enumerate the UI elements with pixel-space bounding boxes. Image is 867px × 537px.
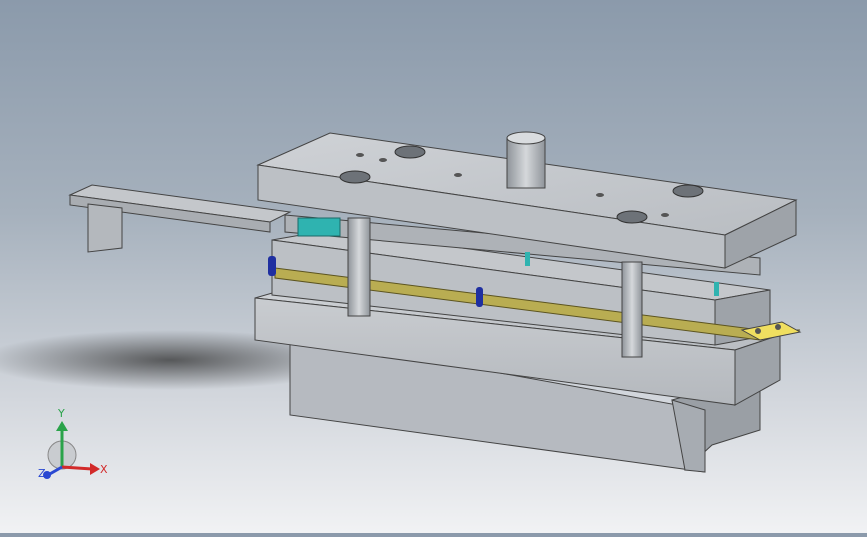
counterbore-hole-4 — [616, 210, 648, 224]
small-hole-4 — [596, 193, 604, 197]
counterbore-hole-1 — [394, 145, 426, 159]
triad-x-label: X — [100, 463, 108, 476]
guide-pillar-right — [621, 261, 643, 358]
triad-y-label: Y — [57, 407, 65, 420]
y-axis-arrow — [56, 421, 68, 431]
feeder-arm-leg — [87, 203, 123, 253]
small-hole-3 — [454, 173, 462, 177]
punch-shank — [506, 137, 546, 189]
die-assembly-model[interactable] — [0, 0, 867, 533]
strip-tag-hole-1 — [755, 328, 761, 334]
small-hole-5 — [661, 213, 669, 217]
graphics-viewport[interactable]: Y X Z — [0, 0, 867, 533]
blue-marker-center — [476, 287, 483, 307]
blue-marker-left — [268, 256, 276, 276]
triad-z-label: Z — [38, 467, 46, 480]
small-hole-1 — [356, 153, 364, 157]
counterbore-hole-2 — [339, 170, 371, 184]
guide-pillar-left — [347, 217, 371, 317]
teal-pin-right — [714, 282, 719, 296]
teal-insert-left — [297, 217, 341, 237]
strip-tag-hole-2 — [775, 324, 781, 330]
x-axis-line — [61, 465, 93, 471]
coordinate-triad: Y X Z — [30, 405, 120, 495]
teal-pin-center — [525, 252, 530, 266]
small-hole-2 — [379, 158, 387, 162]
x-axis-arrow — [90, 463, 100, 475]
counterbore-hole-3 — [672, 184, 704, 198]
punch-shank-top — [506, 131, 546, 145]
